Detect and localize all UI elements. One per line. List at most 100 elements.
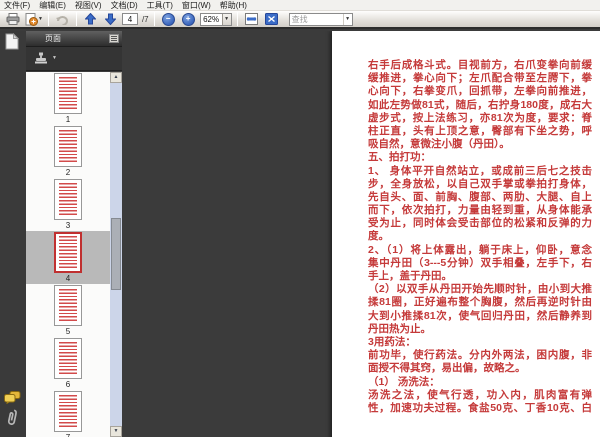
printer-icon <box>6 13 19 25</box>
text-line: 3用药法： <box>368 335 416 348</box>
text-line: 集中丹田（3---5分钟）双手相叠，左手下，右 <box>368 256 592 269</box>
next-page-button[interactable] <box>102 11 119 27</box>
thumbnail-image[interactable] <box>54 391 82 432</box>
thumbnail-page-number: 5 <box>65 327 71 336</box>
thumbnail-options-icon[interactable] <box>33 52 49 65</box>
text-line: 受为止，同时体会受击部位的松紧和反弹的力 <box>368 217 592 230</box>
previous-page-button[interactable] <box>82 11 99 27</box>
thumbnail-panel: 1 2 3 4 5 6 7 ▲ ▼ <box>26 72 122 437</box>
thumbnail-list: 1 2 3 4 5 6 7 <box>26 72 110 437</box>
text-line: 前功毕，使行药法。分内外两法，困内腹，非 <box>368 349 592 362</box>
print-button[interactable] <box>4 11 21 27</box>
thumbnail-scrollbar[interactable]: ▲ ▼ <box>110 72 122 437</box>
scroll-up-button[interactable]: ▲ <box>110 72 122 83</box>
page-thumbnail[interactable]: 7 <box>26 390 110 437</box>
thumbnail-page-number: 2 <box>65 168 71 177</box>
fit-width-icon <box>244 13 258 25</box>
pages-panel: 页面 ▼ 1 2 3 4 5 6 7 ▲ ▼ <box>26 31 122 437</box>
search-box: ▼ <box>288 12 353 26</box>
fit-width-button[interactable] <box>243 11 260 27</box>
thumbnail-text-preview <box>58 183 78 216</box>
comments-panel-button[interactable] <box>4 391 21 409</box>
search-input[interactable] <box>289 14 343 24</box>
menu-item[interactable]: 文档(D) <box>111 0 138 11</box>
thumbnail-image[interactable] <box>54 179 82 220</box>
content-area: 页面 ▼ 1 2 3 4 5 6 7 ▲ ▼ <box>0 31 600 437</box>
comments-icon <box>4 391 21 405</box>
page-thumbnail[interactable]: 5 <box>26 284 110 337</box>
thumbnail-text-preview <box>58 342 78 375</box>
chevron-down-icon: ▼ <box>224 15 230 22</box>
thumbnail-image[interactable] <box>54 73 82 114</box>
paperclip-icon <box>7 409 17 425</box>
scroll-down-icon: ▼ <box>113 428 119 434</box>
menu-item[interactable]: 视图(V) <box>75 0 102 11</box>
menu-item[interactable]: 帮助(H) <box>220 0 247 11</box>
thumbnail-page-number: 6 <box>65 380 71 389</box>
thumbnail-text-preview <box>58 236 78 269</box>
toolbar-separator <box>47 12 49 26</box>
previous-view-button-disabled[interactable] <box>54 11 71 27</box>
thumbnail-text-preview <box>58 395 78 428</box>
panel-options-button[interactable] <box>109 34 119 43</box>
text-line: 心向下，右拳变爪，回抓带，左拳向前推进， <box>368 85 592 98</box>
page-thumbnail[interactable]: 1 <box>26 72 110 125</box>
text-line: 柱正直，头有上顶之意，臀部有下坐之势，呼 <box>368 124 592 137</box>
chevron-down-icon: ▼ <box>38 15 43 22</box>
text-line: 面授不得其窍，易出偏，故略之。 <box>368 362 526 375</box>
text-line: （1） 汤洗法： <box>368 375 440 388</box>
page-thumbnail[interactable]: 6 <box>26 337 110 390</box>
zoom-in-button[interactable]: + <box>180 11 197 27</box>
zoom-out-icon: − <box>161 12 175 26</box>
export-button[interactable]: ▼ <box>24 11 43 27</box>
text-line: 手上，盖于丹田。 <box>368 270 452 282</box>
thumbnail-page-number: 1 <box>65 115 71 124</box>
scroll-up-icon: ▲ <box>113 74 119 80</box>
attachments-panel-button[interactable] <box>5 408 20 433</box>
text-line: 如此左势做81式，随后，右拧身180度，成右大 <box>368 98 592 111</box>
menu-item[interactable]: 编辑(E) <box>39 0 66 11</box>
fit-page-icon <box>264 13 278 25</box>
zoom-level-dropdown[interactable]: 62% ▼ <box>199 12 232 26</box>
text-line: 汤洗之法，使气行透，功入内，肌肉富有弹 <box>368 388 592 401</box>
fit-page-button[interactable] <box>263 11 280 27</box>
document-page: 右手后成格斗式。目视前方，右爪变拳向前缓 缓推进，拳心向下；左爪配合带至左腭下，拳… <box>332 31 600 437</box>
menu-item[interactable]: 窗口(W) <box>182 0 211 11</box>
document-view[interactable]: 右手后成格斗式。目视前方，右爪变拳向前缓 缓推进，拳心向下；左爪配合带至左腭下，拳… <box>122 31 600 437</box>
export-document-icon <box>25 12 38 26</box>
thumbnail-page-number: 3 <box>65 221 71 230</box>
pages-panel-title: 页面 <box>45 34 61 43</box>
zoom-out-button[interactable]: − <box>160 11 177 27</box>
page-thumbnail[interactable]: 4 <box>26 231 110 284</box>
menu-item[interactable]: 文件(F) <box>4 0 30 11</box>
scroll-down-button[interactable]: ▼ <box>110 426 122 437</box>
text-line: 2、（1）将上体露出，躺于床上，仰卧，意念 <box>368 243 592 256</box>
toolbar-separator <box>153 12 155 26</box>
page-number-input[interactable] <box>121 13 138 25</box>
pdf-viewer-window: 文件(F) 编辑(E) 视图(V) 文档(D) 工具(T) 窗口(W) 帮助(H) ▼ <box>0 0 600 437</box>
scrollbar-thumb[interactable] <box>111 218 121 290</box>
thumbnail-image[interactable] <box>54 338 82 379</box>
thumbnail-page-number: 4 <box>65 274 71 283</box>
toolbar-separator <box>75 12 77 26</box>
search-options-button[interactable]: ▼ <box>342 13 352 25</box>
menu-item[interactable]: 工具(T) <box>147 0 173 11</box>
thumbnail-image[interactable] <box>54 232 82 273</box>
text-line: 大到小推揉81次，使气回归丹田，然后静养到 <box>368 309 592 322</box>
page-thumbnail[interactable]: 2 <box>26 125 110 178</box>
text-line: 缓推进，拳心向下；左爪配合带至左腭下，拳 <box>368 72 592 85</box>
thumbnail-image[interactable] <box>54 285 82 326</box>
page-down-arrow-icon <box>104 13 116 25</box>
toolbar-separator <box>236 12 238 26</box>
page-up-arrow-icon <box>84 13 96 25</box>
chevron-down-icon: ▼ <box>52 55 57 61</box>
pages-panel-header: 页面 <box>26 31 122 47</box>
page-thumbnail[interactable]: 3 <box>26 178 110 231</box>
text-line: 五、拍打功： <box>368 151 431 164</box>
text-line: 而下，依次拍打，力量由轻到重，从身体能承 <box>368 204 592 217</box>
pages-panel-button[interactable] <box>5 32 20 55</box>
text-line: 丹田热为止。 <box>368 322 431 335</box>
thumbnail-image[interactable] <box>54 126 82 167</box>
zoom-dropdown-button[interactable]: ▼ <box>221 13 231 25</box>
toolbar: ▼ /7 − + 62% ▼ <box>0 11 600 29</box>
